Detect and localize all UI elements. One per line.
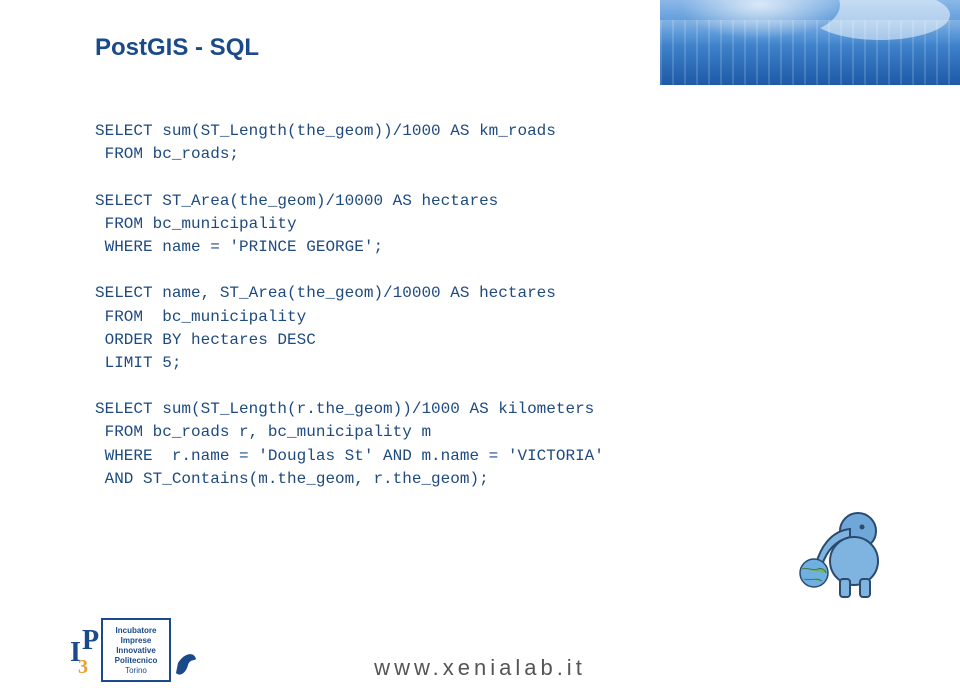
code-line: SELECT ST_Area(the_geom)/10000 AS hectar… [95, 192, 498, 210]
code-line: LIMIT 5; [95, 354, 181, 372]
footer: Incubatore Imprese Innovative Politecnic… [0, 599, 960, 699]
sql-code-block: SELECT sum(ST_Length(the_geom))/1000 AS … [95, 120, 604, 491]
code-line: ORDER BY hectares DESC [95, 331, 316, 349]
svg-text:P: P [82, 625, 99, 656]
footer-url: www.xenialab.it [374, 655, 586, 681]
svg-text:Imprese: Imprese [121, 636, 152, 645]
code-line: SELECT sum(ST_Length(the_geom))/1000 AS … [95, 122, 556, 140]
elephant-mascot-icon [780, 509, 900, 609]
code-line: SELECT name, ST_Area(the_geom)/10000 AS … [95, 284, 556, 302]
code-line: WHERE r.name = 'Douglas St' AND m.name =… [95, 447, 604, 465]
code-line: FROM bc_roads; [95, 145, 239, 163]
code-line: FROM bc_roads r, bc_municipality m [95, 423, 431, 441]
slide-title: PostGIS - SQL [95, 34, 259, 62]
code-line: FROM bc_municipality [95, 308, 306, 326]
code-line: FROM bc_municipality [95, 215, 297, 233]
incubator-logo-icon: Incubatore Imprese Innovative Politecnic… [68, 615, 198, 687]
header-banner [660, 0, 960, 85]
code-line: AND ST_Contains(m.the_geom, r.the_geom); [95, 470, 489, 488]
svg-text:Incubatore: Incubatore [116, 626, 157, 635]
svg-text:Torino: Torino [125, 666, 147, 675]
code-line: SELECT sum(ST_Length(r.the_geom))/1000 A… [95, 400, 594, 418]
svg-text:Innovative: Innovative [116, 646, 156, 655]
svg-text:3: 3 [78, 656, 88, 678]
code-line: WHERE name = 'PRINCE GEORGE'; [95, 238, 383, 256]
svg-text:Politecnico: Politecnico [115, 656, 158, 665]
